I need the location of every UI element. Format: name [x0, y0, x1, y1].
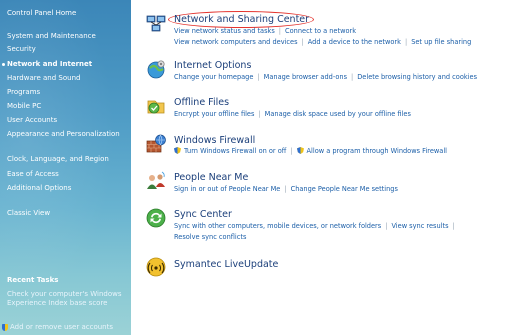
- separator: |: [385, 222, 388, 230]
- offline-files-icon[interactable]: [145, 95, 167, 117]
- sidebar-item-appearance[interactable]: Appearance and Personalization: [7, 130, 125, 139]
- separator: |: [404, 38, 408, 46]
- task-sync-other-computers[interactable]: Sync with other computers, mobile device…: [174, 222, 381, 230]
- firewall-icon[interactable]: [145, 133, 167, 155]
- recent-task-experience-index[interactable]: Check your computer's Windows Experience…: [7, 290, 125, 308]
- task-view-sync-results[interactable]: View sync results: [391, 222, 448, 230]
- sidebar-item-additional-options[interactable]: Additional Options: [7, 184, 71, 193]
- category-title-offline-files[interactable]: Offline Files: [174, 97, 229, 109]
- separator: |: [257, 73, 260, 81]
- network-sharing-icon[interactable]: [145, 12, 167, 34]
- separator: |: [301, 38, 304, 46]
- task-encrypt-offline-files[interactable]: Encrypt your offline files: [174, 110, 254, 118]
- task-view-network-computers[interactable]: View network computers and devices: [174, 38, 298, 46]
- uac-shield-icon: [174, 147, 181, 154]
- task-sign-in-out-people[interactable]: Sign in or out of People Near Me: [174, 185, 280, 193]
- task-row: Sign in or out of People Near Me | Change …: [174, 185, 398, 194]
- people-near-me-icon[interactable]: [145, 170, 167, 192]
- separator: |: [351, 73, 354, 81]
- uac-shield-icon: [2, 324, 8, 331]
- task-view-network-status[interactable]: View network status and tasks: [174, 27, 275, 35]
- task-row: Sync with other computers, mobile device…: [174, 222, 459, 231]
- sidebar-item-programs[interactable]: Programs: [7, 88, 40, 97]
- separator: |: [284, 185, 287, 193]
- sidebar-item-control-panel-home[interactable]: Control Panel Home: [7, 9, 76, 18]
- sidebar-item-system-maintenance[interactable]: System and Maintenance: [7, 32, 96, 41]
- task-row: View network computers and devices | Add a…: [174, 38, 471, 47]
- internet-options-icon[interactable]: [145, 58, 167, 80]
- task-set-up-file-sharing[interactable]: Set up file sharing: [411, 38, 471, 46]
- task-manage-disk-space[interactable]: Manage disk space used by your offline f…: [265, 110, 411, 118]
- task-row: Resolve sync conflicts: [174, 233, 246, 242]
- task-manage-addons[interactable]: Manage browser add-ons: [264, 73, 347, 81]
- sidebar-item-classic-view[interactable]: Classic View: [7, 209, 50, 218]
- task-change-people-settings[interactable]: Change People Near Me settings: [291, 185, 398, 193]
- category-title-network-sharing[interactable]: Network and Sharing Center: [174, 14, 309, 26]
- task-row: View network status and tasks | Connect to…: [174, 27, 356, 36]
- separator: |: [452, 222, 455, 230]
- sidebar-item-network-internet[interactable]: Network and Internet: [7, 60, 92, 69]
- liveupdate-icon[interactable]: [145, 256, 167, 278]
- category-title-people-near-me[interactable]: People Near Me: [174, 172, 248, 184]
- category-title-windows-firewall[interactable]: Windows Firewall: [174, 135, 255, 147]
- sidebar-item-hardware-sound[interactable]: Hardware and Sound: [7, 74, 80, 83]
- category-title-symantec-liveupdate[interactable]: Symantec LiveUpdate: [174, 259, 278, 271]
- task-connect-network[interactable]: Connect to a network: [285, 27, 356, 35]
- sidebar-item-security[interactable]: Security: [7, 45, 36, 54]
- task-allow-program-firewall[interactable]: Allow a program through Windows Firewall: [307, 147, 447, 155]
- task-delete-history[interactable]: Delete browsing history and cookies: [357, 73, 477, 81]
- task-resolve-sync-conflicts[interactable]: Resolve sync conflicts: [174, 233, 246, 241]
- sidebar-item-mobile-pc[interactable]: Mobile PC: [7, 102, 41, 111]
- separator: |: [278, 27, 282, 35]
- separator: |: [290, 147, 293, 155]
- task-change-homepage[interactable]: Change your homepage: [174, 73, 253, 81]
- task-turn-firewall-on-off[interactable]: Turn Windows Firewall on or off: [184, 147, 286, 155]
- sidebar: Control Panel Home System and Maintenanc…: [0, 0, 131, 335]
- task-row: Encrypt your offline files | Manage disk s…: [174, 110, 411, 119]
- recent-task-add-remove-users[interactable]: Add or remove user accounts: [10, 323, 130, 332]
- recent-tasks-heading: Recent Tasks: [7, 276, 59, 284]
- uac-shield-icon: [296, 147, 304, 154]
- category-title-internet-options[interactable]: Internet Options: [174, 60, 251, 72]
- active-bullet-icon: [2, 63, 5, 66]
- sidebar-item-user-accounts[interactable]: User Accounts: [7, 116, 57, 125]
- sync-center-icon[interactable]: [145, 207, 167, 229]
- task-row: Turn Windows Firewall on or off | Allow a …: [174, 147, 447, 156]
- separator: |: [258, 110, 261, 118]
- task-row: Change your homepage | Manage browser add-…: [174, 73, 477, 82]
- category-title-sync-center[interactable]: Sync Center: [174, 209, 232, 221]
- sidebar-item-ease-of-access[interactable]: Ease of Access: [7, 170, 59, 179]
- sidebar-item-clock-language[interactable]: Clock, Language, and Region: [7, 155, 109, 164]
- task-add-device[interactable]: Add a device to the network: [308, 38, 401, 46]
